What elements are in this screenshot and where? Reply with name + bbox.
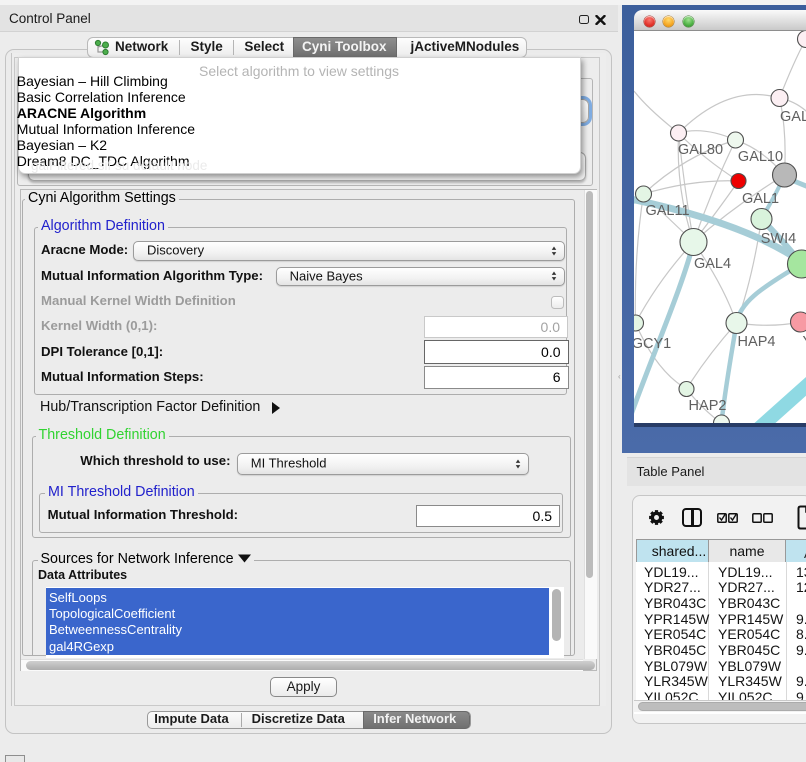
svg-text:HAP2: HAP2 bbox=[688, 398, 726, 414]
svg-text:GAL4: GAL4 bbox=[693, 256, 730, 272]
svg-text:HAP4: HAP4 bbox=[737, 334, 775, 350]
svg-text:GAL80: GAL80 bbox=[677, 142, 722, 158]
svg-text:GCY1: GCY1 bbox=[634, 336, 671, 352]
svg-text:GAL10: GAL10 bbox=[737, 149, 782, 165]
svg-text:GAL1: GAL1 bbox=[741, 191, 778, 207]
svg-text:GAL11: GAL11 bbox=[645, 203, 689, 219]
svg-text:SWI4: SWI4 bbox=[760, 231, 795, 247]
svg-text:Y: Y bbox=[802, 334, 806, 350]
svg-text:GAL: GAL bbox=[780, 109, 806, 125]
